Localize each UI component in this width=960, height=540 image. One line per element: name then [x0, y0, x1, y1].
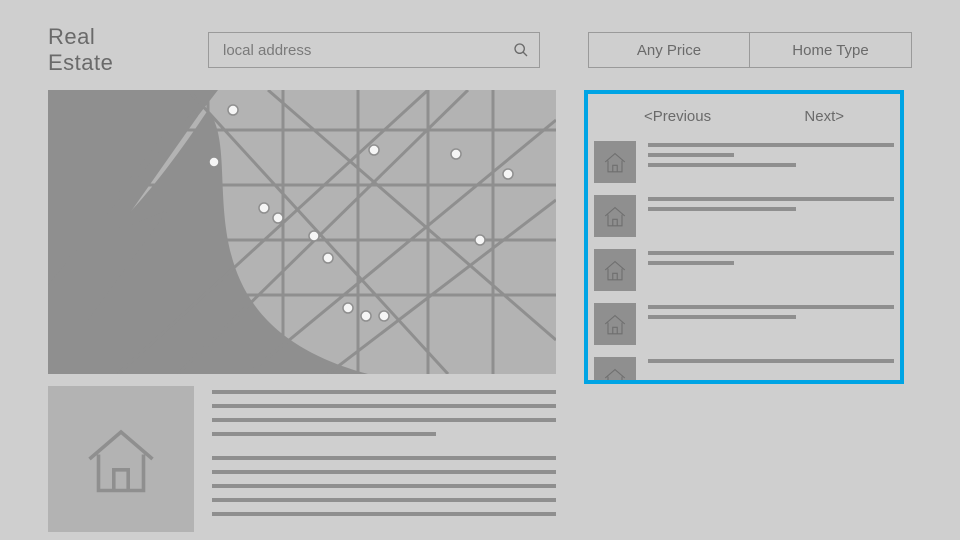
detail-panel	[48, 386, 556, 532]
text-line	[212, 390, 556, 394]
map-view[interactable]	[48, 90, 556, 374]
detail-thumbnail[interactable]	[48, 386, 194, 532]
text-line	[648, 163, 796, 167]
text-line	[648, 143, 894, 147]
previous-link[interactable]: <Previous	[644, 108, 711, 125]
listings-panel: <Previous Next>	[584, 90, 904, 384]
left-column	[48, 90, 556, 532]
listings-container	[588, 135, 900, 384]
list-thumb	[594, 357, 636, 384]
list-thumb	[594, 303, 636, 345]
pager: <Previous Next>	[588, 94, 900, 135]
home-icon	[601, 148, 629, 176]
text-line	[212, 404, 556, 408]
main-content: <Previous Next>	[0, 90, 960, 532]
list-text	[648, 303, 894, 325]
home-icon	[76, 414, 166, 504]
text-line	[648, 315, 796, 319]
list-thumb	[594, 141, 636, 183]
text-line	[648, 305, 894, 309]
text-line	[648, 197, 894, 201]
text-line	[648, 207, 796, 211]
list-item[interactable]	[594, 243, 894, 297]
search-box[interactable]	[208, 32, 540, 68]
list-thumb	[594, 195, 636, 237]
text-line	[212, 498, 556, 502]
list-item[interactable]	[594, 189, 894, 243]
map-graphic	[48, 90, 556, 374]
list-item[interactable]	[594, 135, 894, 189]
list-thumb	[594, 249, 636, 291]
list-text	[648, 195, 894, 217]
text-line	[212, 470, 556, 474]
text-line	[212, 456, 556, 460]
brand-title: Real Estate	[48, 24, 160, 76]
text-line	[212, 512, 556, 516]
list-text	[648, 357, 894, 369]
home-icon	[601, 256, 629, 284]
list-item[interactable]	[594, 297, 894, 351]
text-line	[648, 359, 894, 363]
text-line	[648, 153, 734, 157]
text-line	[648, 251, 894, 255]
list-text	[648, 249, 894, 271]
home-icon	[601, 310, 629, 338]
home-icon	[601, 202, 629, 230]
next-link[interactable]: Next>	[804, 108, 844, 125]
text-line	[212, 432, 436, 436]
text-line	[212, 484, 556, 488]
header: Real Estate Any Price Home Type	[0, 0, 960, 90]
text-line	[648, 261, 734, 265]
list-item[interactable]	[594, 351, 894, 384]
list-text	[648, 141, 894, 173]
search-icon	[513, 42, 529, 58]
filter-group: Any Price Home Type	[588, 32, 912, 68]
detail-text	[212, 386, 556, 532]
text-line	[212, 418, 556, 422]
filter-price-button[interactable]: Any Price	[588, 32, 750, 68]
search-input[interactable]	[223, 42, 513, 59]
home-icon	[601, 364, 629, 384]
filter-hometype-button[interactable]: Home Type	[750, 32, 912, 68]
